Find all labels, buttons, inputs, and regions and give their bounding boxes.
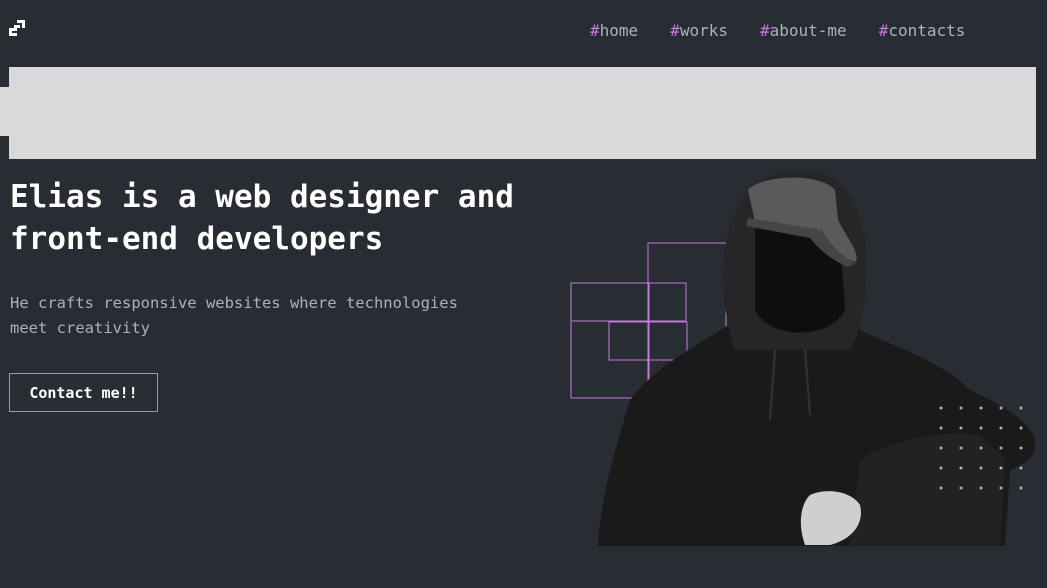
nav-link-home[interactable]: #home: [590, 20, 638, 42]
portfolio-page: #home #works #about-me #contacts Elias i…: [0, 0, 1047, 588]
nav-link-contacts[interactable]: #contacts: [879, 20, 966, 42]
banner-notch: [0, 87, 9, 136]
nav-hash: #: [878, 21, 889, 40]
pixel-logo-icon[interactable]: [9, 20, 25, 36]
hero-illustration: [570, 170, 1036, 546]
subtitle-line-2: meet creativity: [10, 319, 150, 337]
nav-hash: #: [759, 21, 770, 40]
person-hoodie-image: [598, 170, 1036, 546]
outline-square-4: [570, 282, 687, 322]
banner-placeholder: [9, 67, 1036, 159]
outline-square-1: [570, 282, 650, 399]
hero-subtitle: He crafts responsive websites where tech…: [10, 291, 490, 341]
nav-hash: #: [670, 21, 680, 40]
nav-link-about-me[interactable]: #about-me: [760, 20, 847, 42]
nav-hash: #: [590, 21, 600, 40]
nav-label: works: [679, 21, 728, 40]
top-nav: #home #works #about-me #contacts: [590, 20, 965, 42]
contact-me-button[interactable]: Contact me!!: [9, 373, 158, 412]
headline-line-2: front-end developers: [10, 221, 384, 257]
subtitle-line-1: He crafts responsive websites where tech…: [10, 294, 458, 312]
hero-headline: Elias is a web designer and front-end de…: [10, 176, 570, 260]
headline-line-1: Elias is a web designer and: [10, 179, 514, 215]
nav-label: home: [599, 21, 639, 40]
nav-label: about-me: [769, 21, 847, 40]
nav-label: contacts: [888, 21, 966, 40]
nav-link-works[interactable]: #works: [670, 20, 728, 42]
